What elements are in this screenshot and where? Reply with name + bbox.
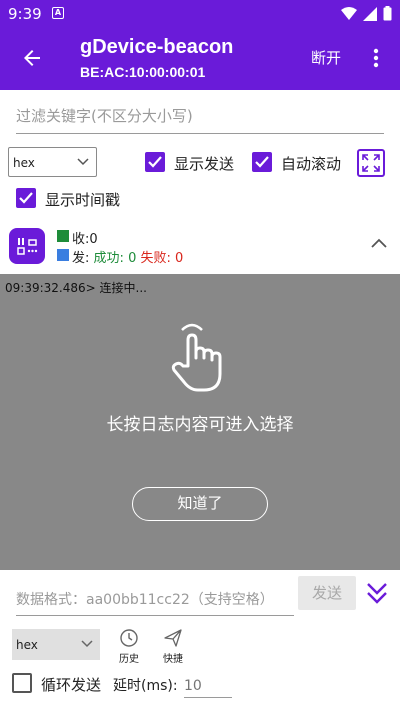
hand-tap-icon [171, 323, 222, 392]
fail-count: 0 [175, 251, 184, 266]
back-arrow-icon[interactable] [20, 46, 44, 70]
chevron-down-icon [81, 640, 93, 648]
quick-label: 快捷 [163, 654, 183, 665]
wifi-icon [341, 6, 357, 20]
recv-indicator [57, 230, 69, 242]
send-stat: 发: 成功: 0 失败: 0 [72, 247, 183, 266]
paper-plane-icon [164, 629, 182, 647]
send-format-select[interactable]: hex [12, 629, 100, 660]
signal-icon [363, 6, 377, 21]
show-timestamp-checkbox[interactable] [16, 188, 36, 208]
loop-send-label: 循环发送 [41, 676, 102, 694]
success-count: 0 [128, 251, 137, 266]
check-icon [19, 192, 33, 204]
check-icon [148, 156, 162, 168]
recv-count: 0 [89, 232, 98, 247]
composer-panel: 发送 hex 历史 快捷 循环发送 延时(ms): [0, 570, 400, 712]
delay-input[interactable] [184, 674, 232, 698]
auto-scroll-checkbox[interactable] [252, 152, 272, 172]
chevron-up-icon[interactable] [370, 237, 388, 249]
device-address: BE:AC:10:00:00:01 [80, 64, 206, 80]
notification-a-icon: A [52, 7, 64, 19]
quick-button[interactable]: 快捷 [156, 628, 190, 665]
log-timestamp: 09:39:32.486> [5, 281, 96, 295]
stats-panel: 收:0 发: 成功: 0 失败: 0 [0, 222, 400, 274]
clock-icon [120, 629, 138, 647]
more-vertical-icon[interactable] [368, 46, 384, 70]
app-bar: gDevice-beacon BE:AC:10:00:00:01 断开 [0, 28, 400, 90]
disconnect-button[interactable]: 断开 [311, 47, 341, 68]
send-indicator [57, 249, 69, 261]
got-it-button[interactable]: 知道了 [132, 487, 268, 521]
recv-stat: 收:0 [72, 228, 98, 247]
chevron-down-icon [77, 158, 89, 166]
send-label: 发: [72, 251, 90, 266]
recv-label: 收: [72, 232, 90, 247]
display-format-select[interactable]: hex [8, 147, 97, 177]
display-format-value: hex [13, 156, 35, 170]
status-icons [341, 6, 392, 21]
log-text: 连接中... [99, 281, 147, 295]
check-icon [255, 156, 269, 168]
delay-label: 延时(ms): [113, 678, 178, 694]
status-bar: 9:39 A [0, 0, 400, 28]
send-format-value: hex [16, 638, 38, 652]
status-time: 9:39 [8, 5, 42, 23]
fail-label: 失败: [140, 251, 171, 266]
loop-send-checkbox[interactable] [12, 673, 32, 693]
battery-icon [383, 6, 392, 21]
double-chevron-down-icon[interactable] [365, 580, 389, 606]
data-input[interactable] [16, 584, 294, 616]
filter-keyword-input[interactable] [16, 98, 384, 134]
auto-scroll-label: 自动滚动 [281, 155, 342, 173]
show-sent-checkbox[interactable] [145, 152, 165, 172]
overlay-hint-text: 长按日志内容可进入选择 [106, 415, 294, 435]
success-label: 成功: [93, 251, 124, 266]
log-line[interactable]: 09:39:32.486> 连接中... [5, 279, 147, 296]
show-timestamp-label: 显示时间戳 [45, 191, 121, 209]
device-tool-icon[interactable] [9, 228, 45, 264]
history-label: 历史 [119, 654, 139, 665]
show-sent-label: 显示发送 [174, 155, 235, 173]
history-button[interactable]: 历史 [112, 628, 146, 665]
fullscreen-icon[interactable] [357, 149, 385, 177]
send-button[interactable]: 发送 [298, 576, 356, 610]
device-name-title: gDevice-beacon [80, 36, 234, 58]
